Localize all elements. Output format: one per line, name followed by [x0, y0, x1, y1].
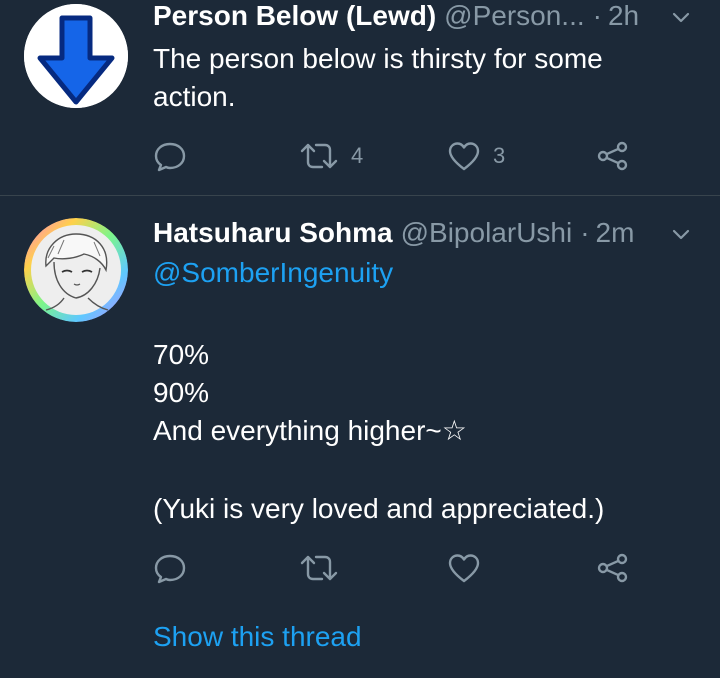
- share-icon: [597, 553, 628, 583]
- chevron-down-icon[interactable]: [670, 6, 692, 28]
- timestamp[interactable]: 2h: [608, 0, 639, 32]
- display-name[interactable]: Hatsuharu Sohma: [153, 217, 393, 249]
- down-arrow-avatar-icon: [24, 4, 128, 108]
- tweet-text-line: action.: [153, 81, 236, 112]
- tweet-text-line: (Yuki is very loved and appreciated.): [153, 493, 605, 524]
- tweet-text-line: 70%: [153, 339, 210, 370]
- chevron-down-icon[interactable]: [670, 223, 692, 245]
- mention-link[interactable]: @SomberIngenuity: [153, 254, 693, 292]
- user-handle[interactable]: @BipolarUshi: [401, 217, 573, 249]
- heart-icon: [448, 554, 480, 583]
- retweet-icon: [300, 143, 338, 169]
- retweet-icon: [300, 555, 338, 581]
- tweet-header: Person Below (Lewd) @Person... · 2h: [153, 0, 690, 36]
- share-icon: [597, 141, 628, 171]
- like-button[interactable]: [447, 552, 481, 584]
- separator-dot: ·: [592, 0, 602, 31]
- display-name[interactable]: Person Below (Lewd): [153, 0, 436, 32]
- reply-icon: [154, 554, 186, 584]
- retweet-button[interactable]: 4: [299, 140, 363, 172]
- tweet-hatsuharu[interactable]: Hatsuharu Sohma @BipolarUshi · 2m @Sombe…: [0, 196, 720, 678]
- like-count: 3: [493, 143, 506, 168]
- reply-button[interactable]: [153, 552, 187, 584]
- avatar-person-below[interactable]: [24, 4, 128, 108]
- separator-dot: ·: [580, 217, 590, 248]
- reply-button[interactable]: [153, 140, 187, 172]
- tweet-text: The person below is thirsty for some act…: [153, 40, 693, 116]
- mention-text[interactable]: @SomberIngenuity: [153, 257, 393, 288]
- tweet-header: Hatsuharu Sohma @BipolarUshi · 2m: [153, 213, 690, 253]
- tweet-person-below[interactable]: Person Below (Lewd) @Person... · 2h The …: [0, 0, 720, 196]
- reply-icon: [154, 142, 186, 172]
- heart-icon: [448, 142, 480, 171]
- share-button[interactable]: [595, 140, 629, 172]
- avatar-hatsuharu[interactable]: [24, 218, 128, 322]
- share-button[interactable]: [595, 552, 629, 584]
- like-button[interactable]: 3: [447, 140, 505, 172]
- tweet-text-line: The person below is thirsty for some: [153, 43, 603, 74]
- tweet-text-line: And everything higher~☆: [153, 415, 467, 446]
- retweet-button[interactable]: [299, 552, 339, 584]
- retweet-count: 4: [351, 143, 364, 168]
- show-thread-link[interactable]: Show this thread: [153, 621, 362, 653]
- anime-portrait-avatar-icon: [24, 218, 128, 322]
- user-handle[interactable]: @Person...: [444, 0, 584, 32]
- tweet-text-line: 90%: [153, 377, 210, 408]
- timestamp[interactable]: 2m: [596, 217, 635, 249]
